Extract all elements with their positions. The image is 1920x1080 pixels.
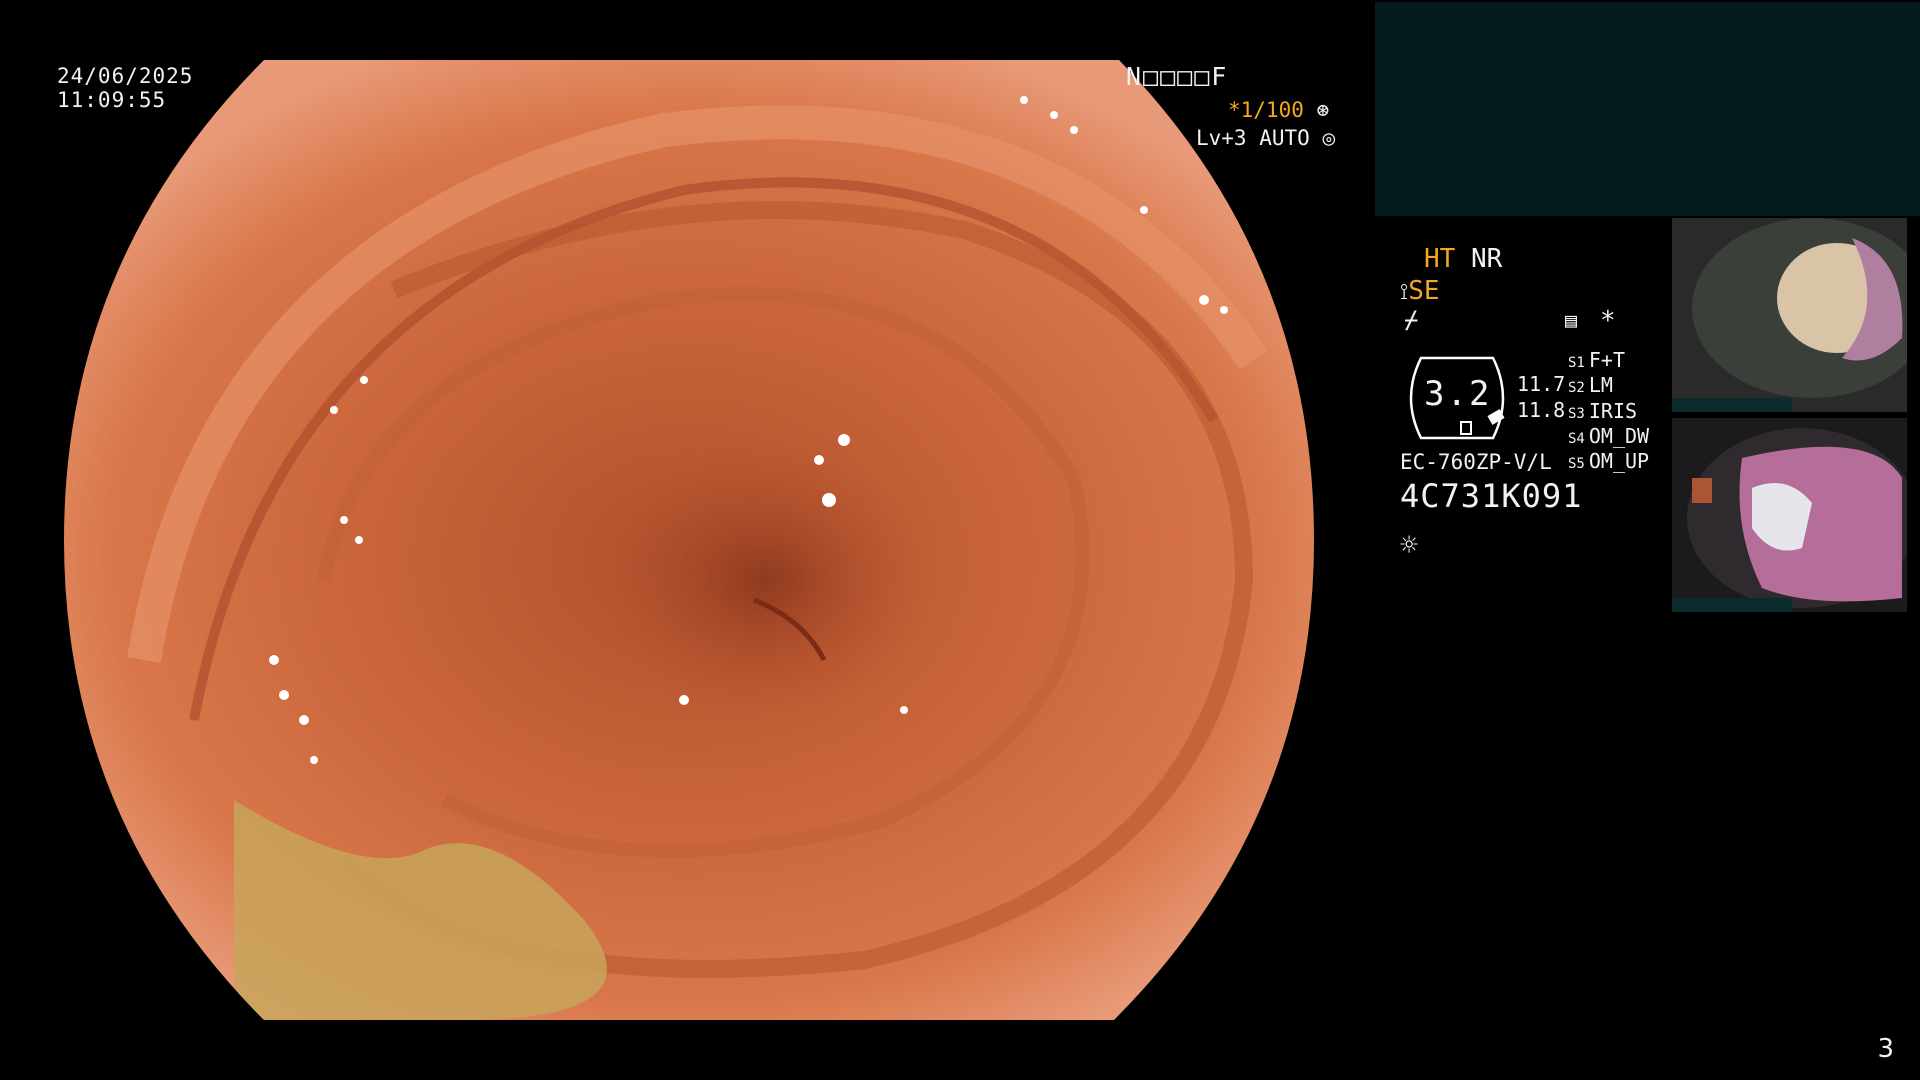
ht-label: HT	[1424, 244, 1456, 274]
side-value-1: 11.7	[1517, 372, 1566, 396]
patient-code: N□□□□F	[1126, 62, 1229, 91]
endoscopy-view	[64, 60, 1314, 1020]
level-value: Lv+3 AUTO	[1196, 126, 1310, 150]
slot-key: S1	[1568, 355, 1585, 371]
slot-row: S3 IRIS	[1568, 399, 1637, 423]
gauge-value: 3.2	[1424, 374, 1492, 414]
scope-model: EC-760ZP-V/L	[1400, 450, 1552, 474]
slot-value: LM	[1588, 373, 1613, 397]
slot-row: S4 OM_DW	[1568, 424, 1649, 448]
shutter-indicator: *1/100 ⊛	[1228, 98, 1329, 122]
slot-value: OM_DW	[1588, 424, 1650, 448]
slot-row: S2 LM	[1568, 373, 1613, 397]
page-number: 3	[1877, 1034, 1894, 1064]
thumbnail-image-1	[1672, 218, 1907, 412]
level-indicator: Lv+3 AUTO ◎	[1196, 126, 1335, 150]
nr-label: NR	[1470, 244, 1503, 274]
slot-key: S5	[1568, 456, 1585, 472]
se-label: SE	[1408, 276, 1440, 306]
slot-row: S5 OM_UP	[1568, 449, 1649, 473]
scope-icon: ⟟	[1400, 280, 1409, 305]
slot-value: F+T	[1588, 348, 1625, 372]
slot-key: S2	[1568, 380, 1585, 396]
slot-key: S3	[1568, 406, 1585, 422]
colon-mucosa-image	[64, 60, 1314, 1020]
time-label: 11:09:55	[57, 88, 167, 112]
slot-key: S4	[1568, 431, 1585, 447]
thumbnail-1[interactable]	[1672, 218, 1907, 412]
freeze-icon: ⌿	[1404, 306, 1419, 334]
thumbnail-image-2	[1672, 418, 1907, 612]
thumbnail-2[interactable]	[1672, 418, 1907, 612]
slot-row: S1 F+T	[1568, 348, 1625, 372]
info-panel-header	[1375, 2, 1920, 216]
scope-serial: 4C731K091	[1400, 477, 1583, 515]
ht-nr-row: HT NR	[1424, 244, 1502, 274]
slot-value: IRIS	[1588, 399, 1638, 423]
se-row: ⟟SE	[1400, 276, 1440, 306]
side-value-2: 11.8	[1517, 398, 1566, 422]
auto-iris-icon: ◎	[1322, 126, 1336, 150]
shutter-value: *1/100	[1228, 98, 1304, 122]
aperture-icon: ⊛	[1316, 98, 1330, 122]
memo-icon: ▤	[1565, 308, 1578, 332]
slot-value: OM_UP	[1588, 449, 1650, 473]
date-label: 24/06/2025	[57, 64, 194, 88]
light-icon: ☼	[1400, 528, 1419, 563]
asterisk-label: *	[1600, 306, 1616, 336]
